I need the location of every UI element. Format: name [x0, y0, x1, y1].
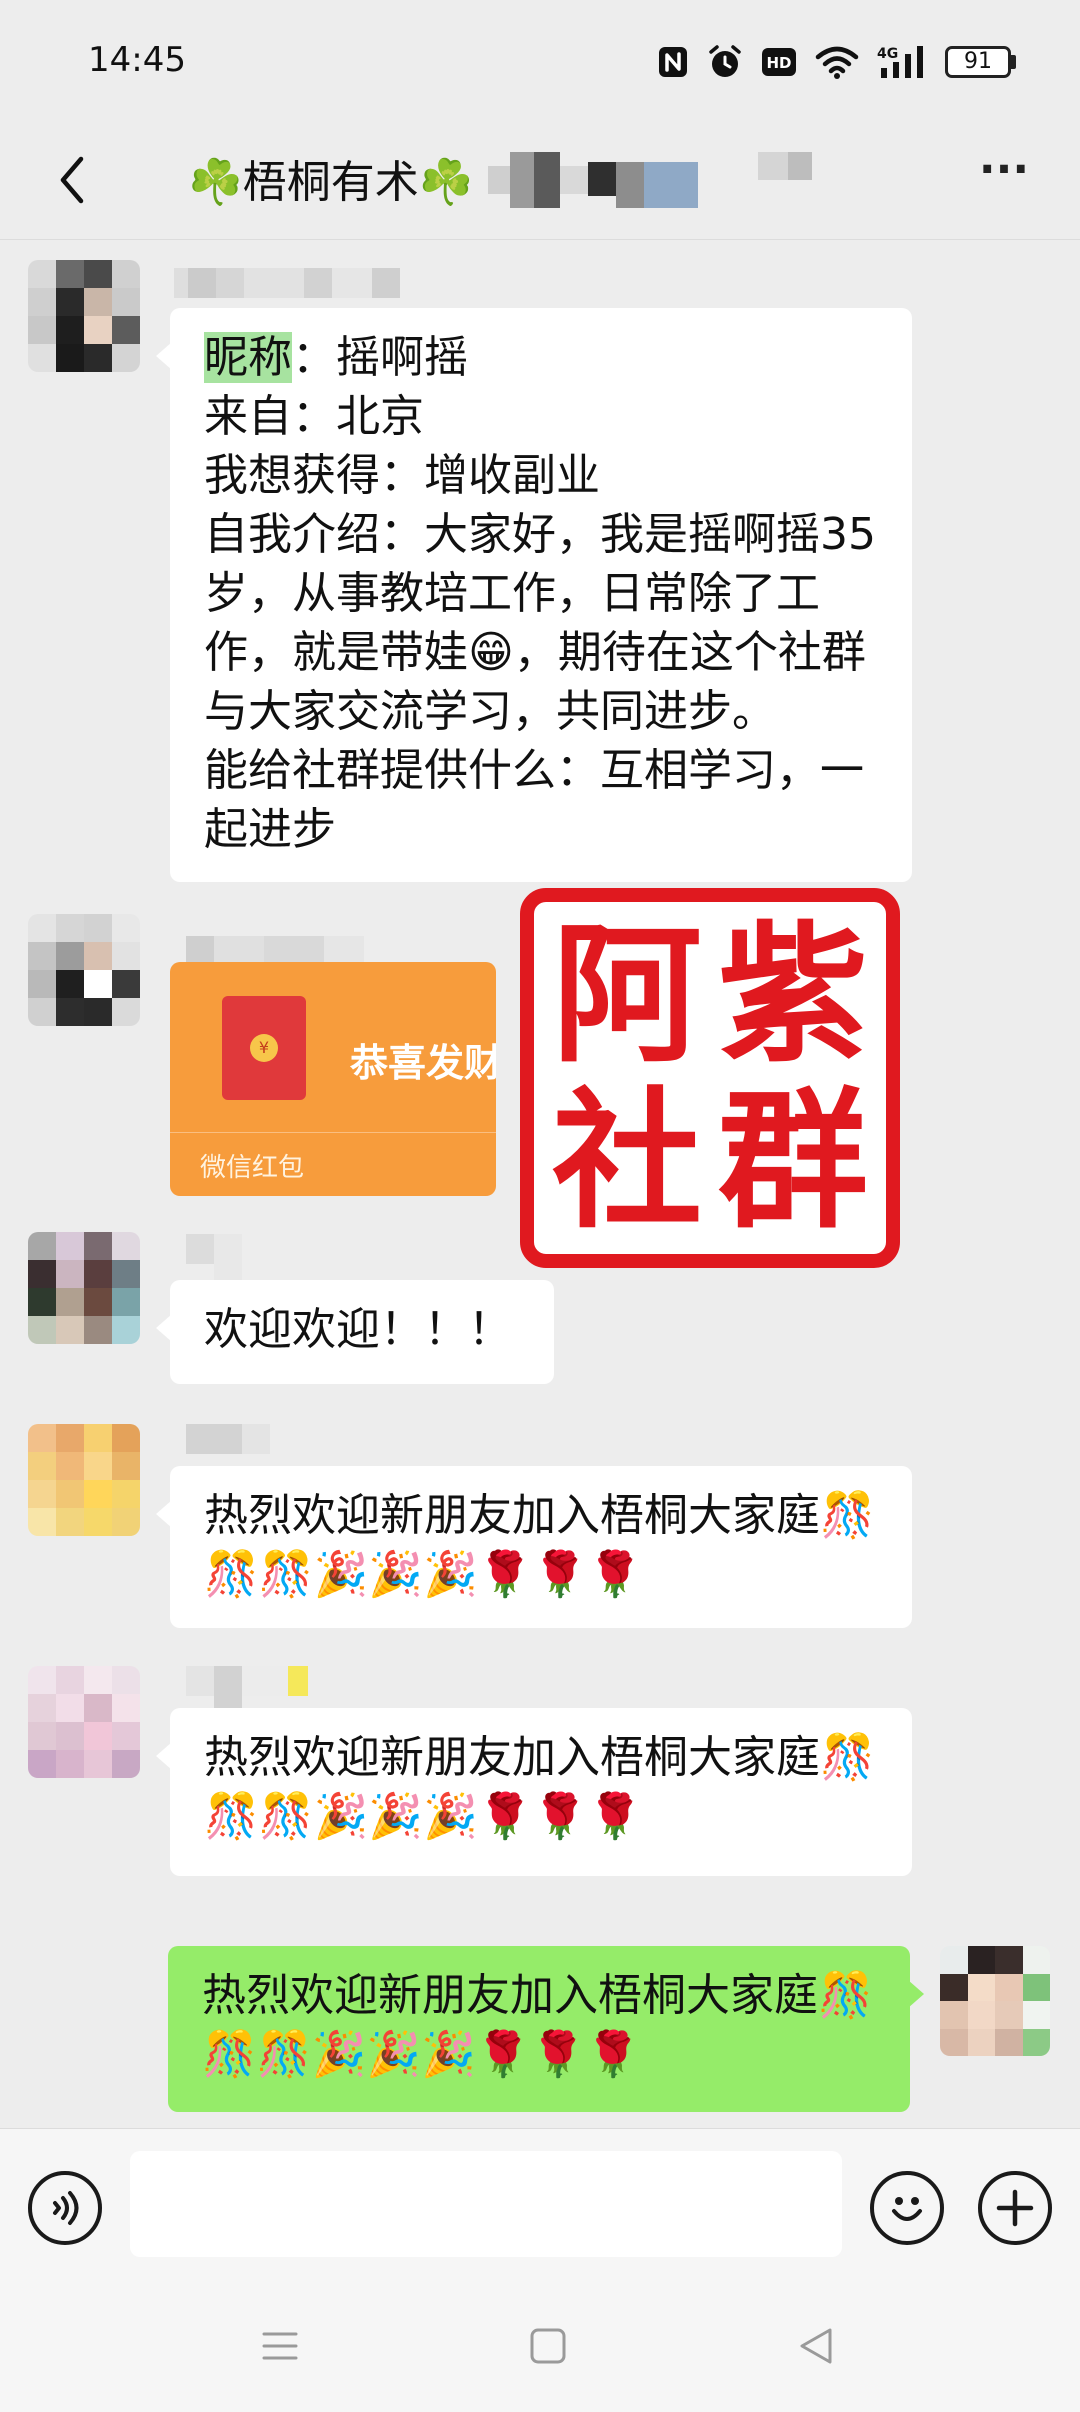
red-packet-label: 微信红包 [200, 1153, 305, 1183]
chevron-left-icon [60, 156, 84, 204]
voice-icon [53, 2191, 79, 2225]
blurred-title-strip [488, 152, 812, 212]
status-icons: HD 4G 91 [657, 40, 1016, 84]
wifi-icon [815, 46, 859, 79]
stamp-char: 阿 [551, 907, 702, 1083]
nav-menu-button[interactable] [250, 2316, 310, 2376]
intro-line: 与大家交流学习，共同进步。 [204, 686, 776, 737]
more-functions-button[interactable] [978, 2171, 1052, 2245]
intro-line: 作，就是带娃😁，期待在这个社群 [204, 627, 866, 678]
welcome-text: 欢迎欢迎！！！ [204, 1304, 512, 1355]
alarm-icon [709, 45, 741, 77]
triangle-back-icon [800, 2328, 832, 2364]
stamp-char: 社 [551, 1073, 702, 1249]
greeting-emoji-line: 🎊🎊🎉🎉🎉🌹🌹🌹 [202, 2029, 641, 2080]
back-button[interactable] [40, 148, 104, 212]
sender-name-blurred [186, 1666, 308, 1714]
nav-back-button[interactable] [786, 2316, 846, 2376]
avatar[interactable] [28, 1666, 140, 1778]
smiley-icon [892, 2197, 922, 2221]
menu-icon [262, 2332, 298, 2360]
home-square-icon [530, 2328, 566, 2364]
avatar[interactable] [28, 260, 140, 372]
emoji-button[interactable] [870, 2171, 944, 2245]
avatar[interactable] [28, 1424, 140, 1536]
intro-nickname-rest: ：摇啊摇 [292, 332, 468, 383]
message-bubble-mine[interactable]: 热烈欢迎新朋友加入梧桐大家庭🎊 🎊🎊🎉🎉🎉🌹🌹🌹 [168, 1946, 924, 2112]
greeting-emoji-line: 🎊🎊🎉🎉🎉🌹🌹🌹 [204, 1549, 643, 1600]
red-packet-footer: 微信红包 [170, 1132, 496, 1196]
chat-title-bar: ☘️梧桐有术☘️ ··· [0, 124, 1080, 240]
stamp-char: 群 [717, 1073, 868, 1249]
battery-tip [1011, 55, 1016, 69]
intro-line: 自我介绍：大家好，我是摇啊摇35 [204, 509, 876, 560]
more-options-button[interactable]: ··· [964, 148, 1044, 210]
watermark-stamp: 阿 紫 社 群 [520, 888, 900, 1268]
coin-icon: ¥ [250, 1034, 278, 1062]
4g-signal-icon: 4G [877, 46, 923, 78]
status-bar: 14:45 HD 4G 91 [0, 0, 1080, 124]
chat-input-bar [0, 2128, 1080, 2282]
greeting-line: 热烈欢迎新朋友加入梧桐大家庭🎊 [204, 1490, 875, 1541]
plus-icon [996, 2189, 1034, 2227]
system-navigation-bar [0, 2282, 1080, 2412]
stamp-char: 紫 [717, 907, 868, 1083]
message-bubble-intro[interactable]: 昵称：摇啊摇 来自：北京 我想获得：增收副业 自我介绍：大家好，我是摇啊摇35 … [156, 308, 912, 882]
intro-line: 起进步 [204, 804, 336, 855]
hd-icon: HD [762, 48, 796, 76]
intro-line: 岁，从事教培工作，日常除了工 [204, 568, 820, 619]
status-time: 14:45 [88, 40, 186, 80]
sender-name-blurred [174, 268, 400, 302]
message-bubble-greeting[interactable]: 热烈欢迎新朋友加入梧桐大家庭🎊 🎊🎊🎉🎉🎉🌹🌹🌹 [156, 1466, 912, 1628]
red-envelope-icon: ¥ [222, 996, 306, 1100]
greeting-line: 热烈欢迎新朋友加入梧桐大家庭🎊 [204, 1732, 875, 1783]
intro-line: 我想获得：增收副业 [204, 450, 600, 501]
red-packet-message[interactable]: ¥ 恭喜发财 微信红包 [170, 962, 496, 1196]
sender-name-blurred [186, 1234, 242, 1284]
voice-button[interactable] [28, 2171, 102, 2245]
avatar[interactable] [28, 914, 140, 1026]
greeting-line: 热烈欢迎新朋友加入梧桐大家庭🎊 [202, 1970, 873, 2021]
sender-name-blurred [186, 1424, 270, 1458]
network-label: 4G [877, 46, 898, 62]
message-input[interactable] [130, 2151, 842, 2257]
nfc-icon [659, 47, 687, 77]
intro-line-nickname: 昵称：摇啊摇 [204, 328, 888, 387]
avatar[interactable] [28, 1232, 140, 1344]
red-packet-title: 恭喜发财 [350, 1041, 496, 1085]
chat-title[interactable]: ☘️梧桐有术☘️ [188, 146, 474, 210]
greeting-emoji-line: 🎊🎊🎉🎉🎉🌹🌹🌹 [204, 1791, 643, 1842]
nav-home-button[interactable] [518, 2316, 578, 2376]
highlighted-text: 昵称 [204, 332, 292, 383]
my-avatar[interactable] [940, 1946, 1050, 2056]
hd-label: HD [766, 54, 791, 72]
message-bubble-greeting[interactable]: 热烈欢迎新朋友加入梧桐大家庭🎊 🎊🎊🎉🎉🎉🌹🌹🌹 [156, 1708, 912, 1876]
message-bubble-welcome[interactable]: 欢迎欢迎！！！ [156, 1280, 554, 1384]
intro-line: 能给社群提供什么：互相学习，一 [204, 745, 864, 796]
battery-indicator: 91 [945, 46, 1016, 78]
intro-line: 来自：北京 [204, 391, 424, 442]
battery-level: 91 [945, 46, 1011, 78]
stamp-chars: 阿 紫 社 群 [544, 912, 876, 1244]
